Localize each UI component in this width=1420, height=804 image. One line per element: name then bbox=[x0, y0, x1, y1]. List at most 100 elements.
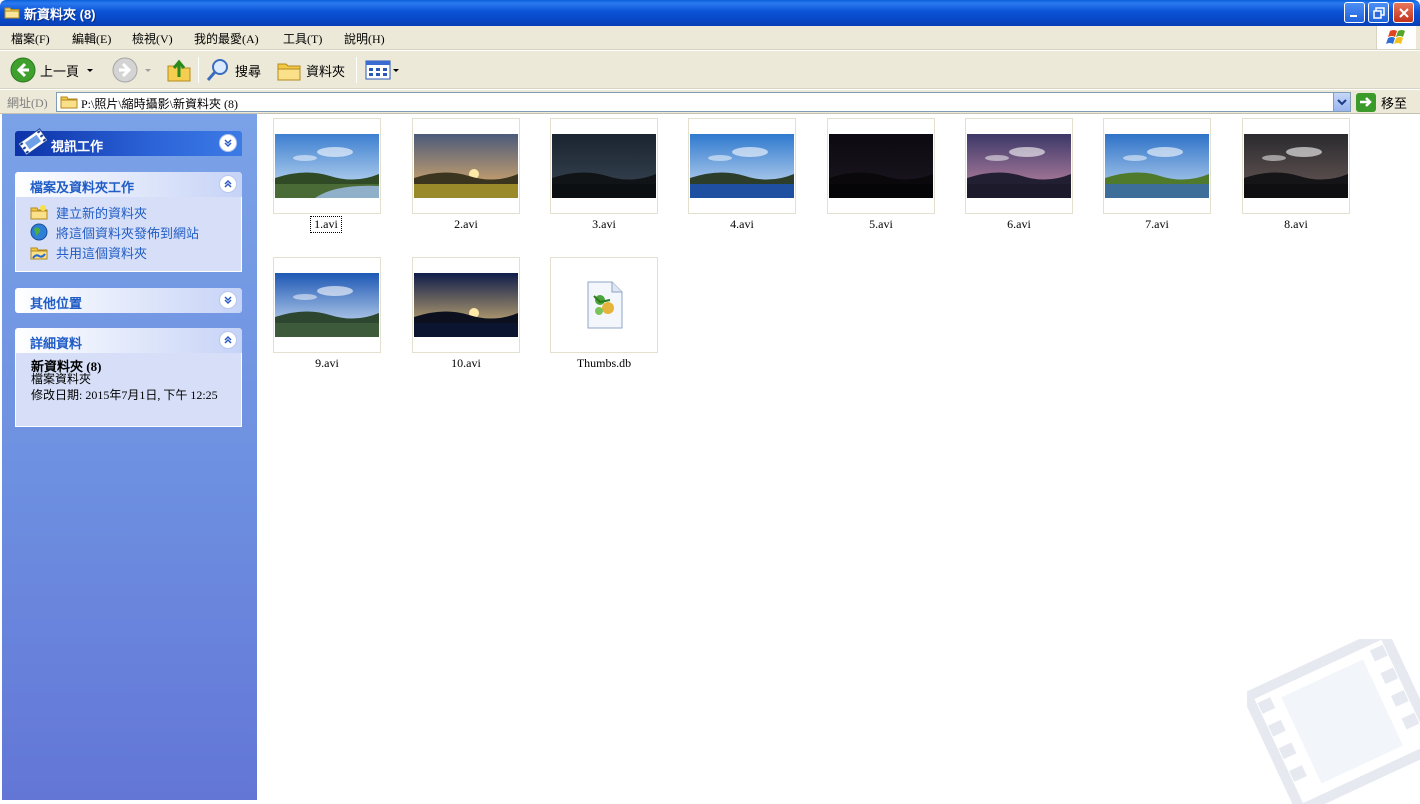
collapse-chevron-icon[interactable] bbox=[219, 175, 237, 193]
forward-arrow-icon bbox=[112, 57, 138, 83]
file-item[interactable]: 1.avi bbox=[273, 118, 381, 248]
video-thumbnail bbox=[1244, 134, 1348, 198]
file-name: 6.avi bbox=[1007, 217, 1031, 231]
video-thumbnail bbox=[1105, 134, 1209, 198]
task-label: 將這個資料夾發佈到網站 bbox=[56, 225, 200, 241]
file-item[interactable]: 8.avi bbox=[1242, 118, 1350, 248]
search-label: 搜尋 bbox=[235, 63, 262, 79]
details-header[interactable]: 詳細資料 bbox=[15, 328, 242, 353]
file-name: 3.avi bbox=[592, 217, 616, 231]
title-bar[interactable]: 新資料夾 (8) bbox=[0, 0, 1420, 26]
menu-bar: 檔案(F) 編輯(E) 檢視(V) 我的最愛(A) 工具(T) 說明(H) bbox=[0, 26, 1420, 50]
video-tasks-panel: 視訊工作 bbox=[15, 128, 242, 156]
up-folder-button[interactable] bbox=[166, 56, 192, 84]
file-item[interactable]: Thumbs.db bbox=[550, 257, 658, 387]
file-tasks-header[interactable]: 檔案及資料夾工作 bbox=[15, 172, 242, 197]
minimize-button[interactable] bbox=[1344, 2, 1365, 23]
menu-help[interactable]: 說明(H) bbox=[344, 30, 385, 47]
go-button[interactable]: 移至 bbox=[1356, 92, 1407, 112]
chevron-down-icon[interactable] bbox=[391, 65, 401, 75]
video-tasks-title: 視訊工作 bbox=[51, 139, 104, 154]
details-title: 詳細資料 bbox=[30, 336, 83, 351]
file-name: 8.avi bbox=[1284, 217, 1308, 231]
task-label: 建立新的資料夾 bbox=[56, 205, 148, 221]
video-tasks-header[interactable]: 視訊工作 bbox=[15, 128, 242, 156]
thumbnail-frame bbox=[827, 118, 935, 214]
address-input[interactable]: P:\照片\縮時攝影\新資料夾 (8) bbox=[56, 92, 1351, 112]
chevron-down-icon[interactable] bbox=[141, 65, 155, 75]
address-dropdown-button[interactable] bbox=[1333, 93, 1350, 111]
details-modified: 修改日期: 2015年7月1日, 下午 12:25 bbox=[31, 388, 218, 402]
task-new-folder[interactable]: 建立新的資料夾 bbox=[16, 202, 241, 222]
thumbnail-frame bbox=[412, 257, 520, 353]
publish-web-icon bbox=[30, 223, 48, 241]
restore-button[interactable] bbox=[1368, 2, 1389, 23]
file-name: 5.avi bbox=[869, 217, 893, 231]
folder-icon bbox=[4, 5, 20, 19]
toolbar: 上一頁 搜尋 資料夾 bbox=[0, 51, 1420, 89]
thumbnail-frame bbox=[273, 257, 381, 353]
task-publish-web[interactable]: 將這個資料夾發佈到網站 bbox=[16, 222, 241, 242]
file-name: 10.avi bbox=[451, 356, 481, 370]
forward-button[interactable] bbox=[112, 56, 155, 84]
folder-icon bbox=[60, 95, 78, 112]
file-item[interactable]: 2.avi bbox=[412, 118, 520, 248]
window-title: 新資料夾 (8) bbox=[24, 7, 96, 22]
windows-logo-icon bbox=[1376, 26, 1416, 49]
file-tasks-panel: 檔案及資料夾工作 建立新的資料夾 將這個資料夾發佈到網站 共用這個資料夾 bbox=[15, 172, 242, 272]
back-button[interactable]: 上一頁 bbox=[10, 56, 97, 84]
search-icon bbox=[206, 59, 228, 81]
go-label: 移至 bbox=[1381, 95, 1408, 111]
file-item[interactable]: 6.avi bbox=[965, 118, 1073, 248]
views-icon bbox=[365, 60, 391, 80]
file-item[interactable]: 7.avi bbox=[1103, 118, 1211, 248]
video-thumbnail bbox=[275, 134, 379, 198]
share-folder-icon bbox=[30, 247, 48, 260]
thumbnail-frame bbox=[273, 118, 381, 214]
thumbnail-frame bbox=[688, 118, 796, 214]
folders-icon bbox=[277, 63, 301, 81]
go-arrow-icon bbox=[1356, 92, 1376, 112]
thumbnail-frame bbox=[965, 118, 1073, 214]
task-label: 共用這個資料夾 bbox=[56, 245, 148, 261]
menu-view[interactable]: 檢視(V) bbox=[132, 30, 173, 47]
folders-label: 資料夾 bbox=[306, 63, 346, 79]
task-pane: 視訊工作 檔案及資料夾工作 建立新的資料夾 將這個資料夾發佈到網站 共用這個資料… bbox=[2, 114, 257, 800]
search-button[interactable]: 搜尋 bbox=[205, 56, 261, 84]
address-bar: 網址(D) P:\照片\縮時攝影\新資料夾 (8) 移至 bbox=[0, 90, 1420, 114]
file-tasks-body: 建立新的資料夾 將這個資料夾發佈到網站 共用這個資料夾 bbox=[15, 197, 242, 272]
file-name: Thumbs.db bbox=[576, 356, 632, 370]
file-item[interactable]: 9.avi bbox=[273, 257, 381, 387]
chevron-down-icon[interactable] bbox=[83, 65, 97, 75]
address-path[interactable]: P:\照片\縮時攝影\新資料夾 (8) bbox=[81, 95, 238, 112]
menu-favorites[interactable]: 我的最愛(A) bbox=[194, 30, 259, 47]
file-list[interactable]: 1.avi 2.avi 3.avi 4.avi 5.avi 6.avi 7.av… bbox=[257, 114, 1420, 804]
file-item[interactable]: 10.avi bbox=[412, 257, 520, 387]
file-name: 1.avi bbox=[310, 216, 342, 233]
file-item[interactable]: 4.avi bbox=[688, 118, 796, 248]
back-arrow-icon bbox=[10, 57, 36, 83]
thumbnail-frame bbox=[1103, 118, 1211, 214]
close-button[interactable] bbox=[1393, 2, 1414, 23]
menu-file[interactable]: 檔案(F) bbox=[11, 30, 50, 47]
expand-chevron-icon[interactable] bbox=[219, 291, 237, 309]
details-type: 檔案資料夾 bbox=[31, 372, 92, 386]
views-button[interactable] bbox=[365, 56, 401, 84]
task-share-folder[interactable]: 共用這個資料夾 bbox=[16, 242, 241, 262]
expand-chevron-icon[interactable] bbox=[219, 134, 237, 152]
folders-button[interactable]: 資料夾 bbox=[276, 56, 345, 84]
video-thumbnail bbox=[552, 134, 656, 198]
file-item[interactable]: 5.avi bbox=[827, 118, 935, 248]
file-item[interactable]: 3.avi bbox=[550, 118, 658, 248]
toolbar-separator bbox=[356, 57, 357, 83]
file-name: 9.avi bbox=[315, 356, 339, 370]
menu-tools[interactable]: 工具(T) bbox=[283, 30, 322, 47]
menu-edit[interactable]: 編輯(E) bbox=[72, 30, 111, 47]
file-tasks-title: 檔案及資料夾工作 bbox=[30, 180, 135, 195]
video-thumbnail bbox=[414, 273, 518, 337]
thumbs-db-icon bbox=[587, 281, 623, 329]
other-places-header[interactable]: 其他位置 bbox=[15, 288, 242, 313]
thumbnail-frame bbox=[412, 118, 520, 214]
collapse-chevron-icon[interactable] bbox=[219, 331, 237, 349]
file-name: 4.avi bbox=[730, 217, 754, 231]
